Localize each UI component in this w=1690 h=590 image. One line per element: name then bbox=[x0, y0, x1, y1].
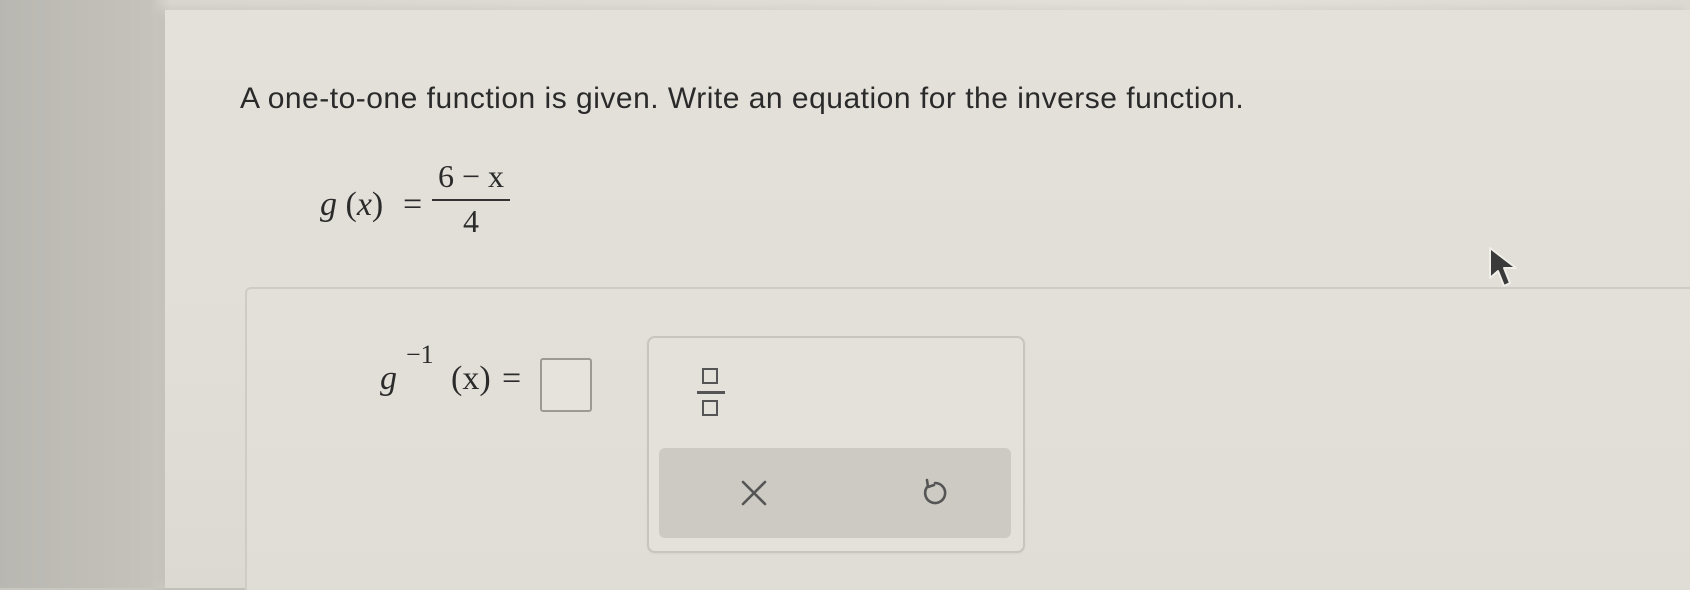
function-name: g bbox=[320, 186, 337, 223]
fraction-denominator: 4 bbox=[432, 193, 510, 263]
function-arg-open: ( bbox=[337, 186, 357, 223]
math-toolbox bbox=[647, 336, 1025, 553]
function-variable: x bbox=[356, 186, 372, 223]
fraction-numerator: 6 − x bbox=[437, 158, 505, 194]
inverse-function-name: g bbox=[380, 360, 397, 397]
equals-sign: = bbox=[403, 186, 423, 223]
inverse-superscript: −1 bbox=[406, 340, 434, 369]
toolbox-action-bar bbox=[659, 448, 1011, 538]
function-lhs: g (x) bbox=[320, 186, 383, 224]
inverse-equals-sign: = bbox=[502, 360, 522, 397]
inverse-variable: (x) bbox=[451, 360, 491, 397]
undo-icon bbox=[923, 478, 947, 505]
fraction-bar bbox=[432, 199, 510, 201]
fraction-icon-denominator-box bbox=[702, 400, 718, 416]
fraction-icon-numerator-box bbox=[702, 368, 718, 384]
close-icon bbox=[741, 480, 767, 506]
question-prompt: A one-to-one function is given. Write an… bbox=[240, 82, 1245, 115]
reset-button[interactable] bbox=[909, 468, 959, 518]
function-arg-close: ) bbox=[371, 186, 384, 223]
mouse-cursor-icon bbox=[1489, 247, 1517, 287]
screen: A one-to-one function is given. Write an… bbox=[0, 0, 1690, 590]
answer-input[interactable] bbox=[540, 358, 592, 412]
function-fraction: 6 − x 4 bbox=[432, 158, 510, 263]
fraction-icon[interactable] bbox=[697, 364, 725, 424]
fraction-icon-bar bbox=[697, 391, 725, 394]
clear-button[interactable] bbox=[729, 468, 779, 518]
